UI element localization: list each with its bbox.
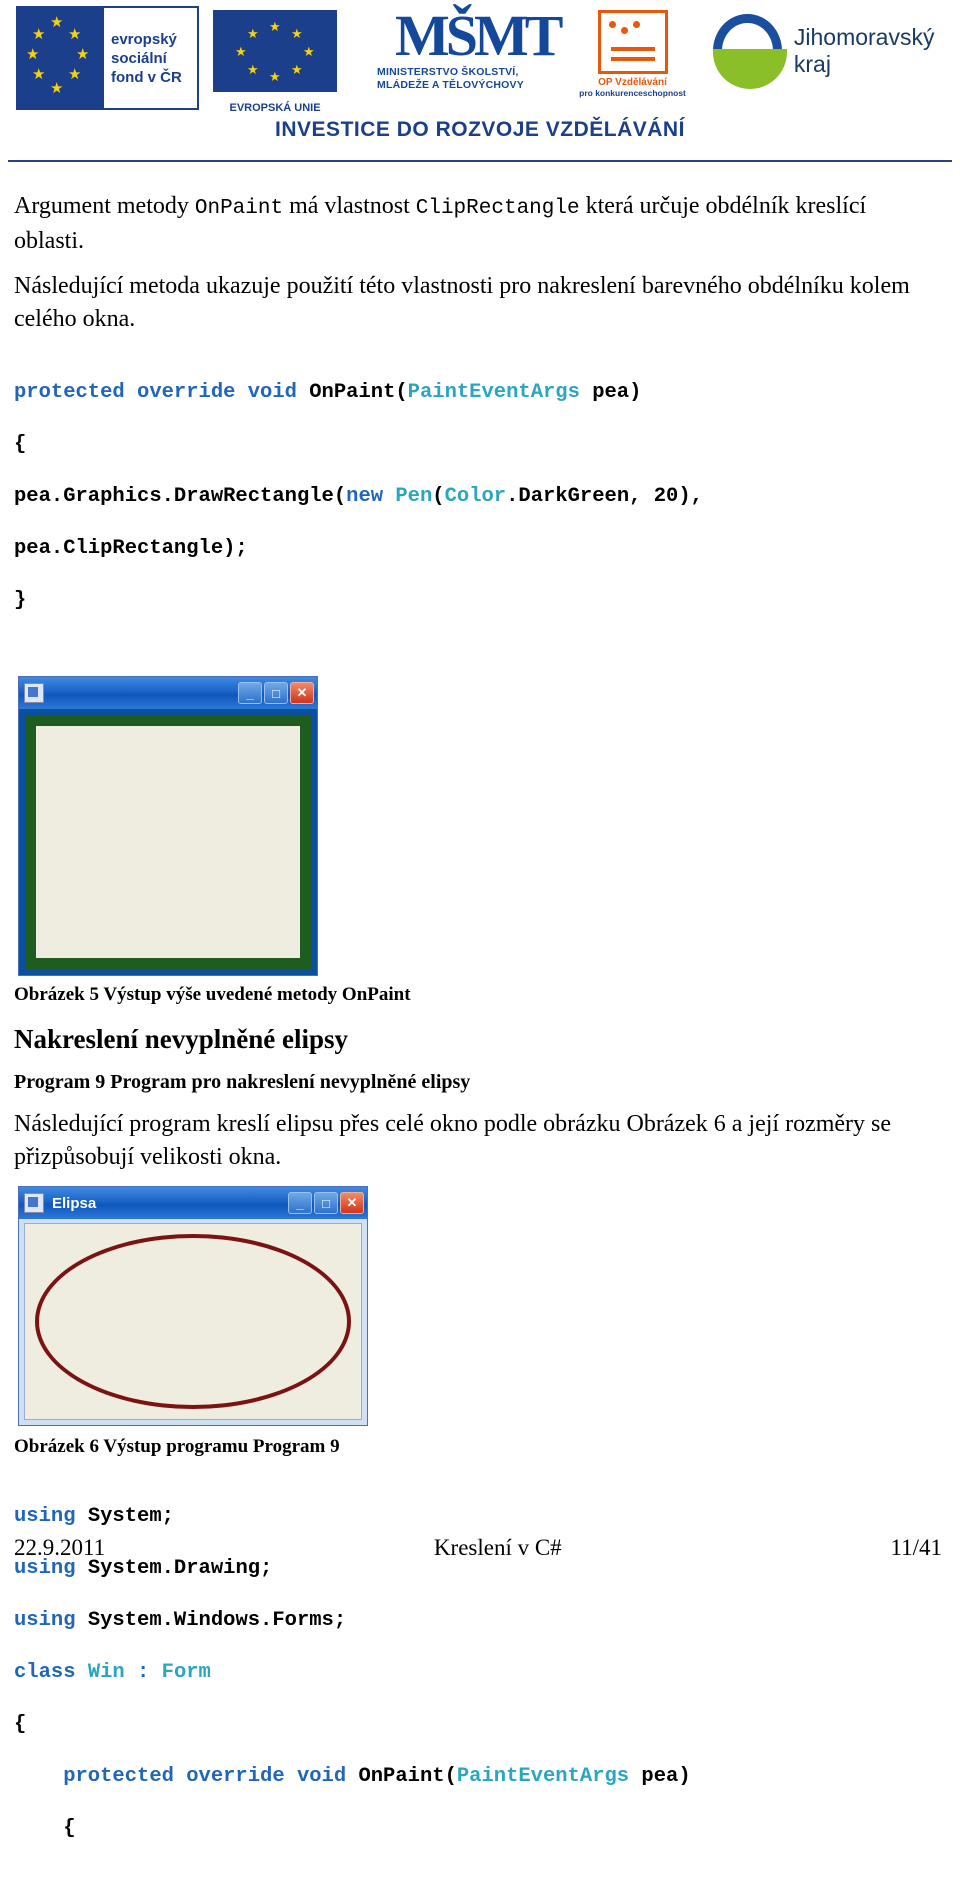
ellipse-shape [35, 1234, 351, 1409]
section-heading: Nakreslení nevyplněné elipsy [14, 1024, 349, 1054]
esf-line-1: evropský [111, 30, 177, 48]
paragraph-2: Následující metoda ukazuje použití této … [14, 273, 910, 332]
window2-buttons: _ □ ✕ [288, 1192, 364, 1214]
code2-l6-tail: pea) [629, 1765, 691, 1788]
close-button[interactable]: ✕ [340, 1192, 364, 1214]
esf-line-2: sociální [111, 49, 167, 67]
code2-line-4: class Win : Form [14, 1660, 942, 1686]
code1-l3-a: pea.Graphics.DrawRectangle( [14, 485, 347, 508]
code1-line-4: pea.ClipRectangle); [14, 537, 248, 560]
invest-line: INVESTICE DO ROZVOJE VZDĚLÁVÁNÍ [0, 118, 960, 142]
code2-l4-colon: : [124, 1661, 162, 1684]
para1-part-a: Argument metody [14, 193, 195, 219]
eu-logo: ★ ★ ★ ★ ★ ★ ★ ★ EVROPSKÁ UNIE [199, 6, 338, 114]
window2-title: Elipsa [52, 1194, 97, 1212]
figure-6-caption: Obrázek 6 Výstup programu Program 9 [14, 1436, 340, 1457]
window1-client-area [25, 715, 311, 969]
code2-line-6: protected override void OnPaint(PaintEve… [14, 1764, 942, 1790]
esf-stars: ★ ★ ★ ★ ★ ★ ★ ★ [18, 8, 104, 108]
code1-l3-d: .DarkGreen, 20), [506, 485, 703, 508]
esf-logo-text: evropský sociální fond v ČR [104, 30, 197, 87]
close-button[interactable]: ✕ [290, 682, 314, 704]
code1-l3-space [383, 485, 395, 508]
opvk-line-2: pro konkurenceschopnost [579, 88, 686, 98]
code1-l1-keywords: protected override void [14, 381, 297, 404]
code1-line-3: pea.Graphics.DrawRectangle(new Pen(Color… [14, 484, 942, 510]
code2-line-5: { [14, 1713, 27, 1736]
code2-line-7: { [14, 1817, 76, 1840]
maximize-button[interactable]: □ [264, 682, 288, 704]
window2-titlebar: Elipsa _ □ ✕ [19, 1187, 367, 1219]
document-page: ★ ★ ★ ★ ★ ★ ★ ★ evropský sociální fond v… [0, 0, 960, 1840]
code1-line-2: { [14, 433, 27, 456]
esf-line-3: fond v ČR [111, 68, 182, 86]
code1-l3-paren: ( [432, 485, 445, 508]
code-block-1: protected override void OnPaint(PaintEve… [14, 354, 942, 666]
eu-flag: ★ ★ ★ ★ ★ ★ ★ ★ EVROPSKÁ UNIE [213, 10, 338, 114]
code1-l1-class: PaintEventArgs [407, 381, 580, 404]
minimize-button[interactable]: _ [288, 1192, 312, 1214]
document-content: Argument metody OnPaint má vlastnost Cli… [0, 190, 960, 1894]
msmt-logo: MŠMT MINISTERSTVO ŠKOLSTVÍ, MLÁDEŽE A TĚ… [377, 3, 563, 92]
maximize-button[interactable]: □ [314, 1192, 338, 1214]
paragraph-1: Argument metody OnPaint má vlastnost Cli… [14, 190, 942, 258]
window2-client-area [24, 1223, 362, 1420]
code1-l3-pen: Pen [395, 485, 433, 508]
jmk-mark [713, 14, 787, 89]
para1-part-b: má vlastnost [283, 193, 416, 219]
window-icon [24, 683, 44, 703]
para1-mono-cliprectangle: ClipRectangle [415, 197, 580, 220]
code2-l6-keywords: protected override void [14, 1765, 347, 1788]
opvk-mark [597, 10, 668, 74]
figure-5-caption: Obrázek 5 Výstup výše uvedené metody OnP… [14, 984, 411, 1005]
code1-l1-rest: OnPaint( [296, 381, 408, 404]
esf-logo: ★ ★ ★ ★ ★ ★ ★ ★ evropský sociální fond v… [16, 6, 200, 110]
figure-5-window: _ □ ✕ [18, 676, 318, 976]
footer-title: Kreslení v C# [433, 1535, 562, 1560]
code2-l3-rest: System.Windows.Forms; [75, 1609, 347, 1632]
code2-l6-class: PaintEventArgs [456, 1765, 630, 1788]
page-footer: 22.9.2011 Kreslení v C# 11/41 [14, 1535, 942, 1561]
footer-date: 22.9.2011 [14, 1535, 106, 1560]
code1-l1-tail: pea) [579, 381, 642, 404]
jmk-label: Jihomoravský kraj [793, 24, 935, 77]
logo-row: ★ ★ ★ ★ ★ ★ ★ ★ evropský sociální fond v… [8, 3, 960, 114]
code2-l4-class: class [14, 1661, 76, 1684]
msmt-subtitle: MINISTERSTVO ŠKOLSTVÍ, MLÁDEŽE A TĚLOVÝC… [377, 66, 560, 92]
eu-caption: EVROPSKÁ UNIE [229, 102, 321, 114]
footer-page-number: 11/41 [890, 1535, 942, 1560]
opvk-line-1: OP Vzdělávání [598, 77, 667, 88]
figure-6-window: Elipsa _ □ ✕ [18, 1186, 368, 1426]
para1-mono-onpaint: OnPaint [194, 197, 284, 220]
opvk-logo: OP Vzdělávání pro konkurenceschopnost [578, 10, 688, 98]
code1-l3-new: new [346, 485, 384, 508]
window1-titlebar: _ □ ✕ [19, 677, 317, 709]
window-icon [24, 1193, 44, 1213]
invest-text: INVESTICE DO ROZVOJE VZDĚLÁVÁNÍ [275, 118, 685, 141]
program-title: Program 9 Program pro nakreslení nevypln… [14, 1071, 471, 1093]
code1-line-5: } [14, 589, 27, 612]
code2-line-1: using System; [14, 1504, 942, 1530]
header-divider [8, 160, 952, 162]
code2-l4-form: Form [161, 1661, 211, 1684]
code2-l4-win: Win [75, 1661, 125, 1684]
msmt-sub-line-2: MLÁDEŽE A TĚLOVÝCHOVY [377, 79, 524, 91]
header-logo-band: ★ ★ ★ ★ ★ ★ ★ ★ evropský sociální fond v… [0, 0, 960, 162]
code2-l1-using: using [14, 1505, 76, 1528]
minimize-button[interactable]: _ [238, 682, 262, 704]
code1-line-1: protected override void OnPaint(PaintEve… [14, 380, 942, 406]
window1-buttons: _ □ ✕ [238, 682, 314, 704]
msmt-mark: MŠMT [395, 3, 563, 68]
code1-l3-color: Color [444, 485, 507, 508]
code2-l3-using: using [14, 1609, 76, 1632]
code2-line-3: using System.Windows.Forms; [14, 1608, 942, 1634]
code2-l6-rest: OnPaint( [346, 1765, 457, 1788]
code2-l1-rest: System; [75, 1505, 174, 1528]
jmk-logo: Jihomoravský kraj [713, 14, 960, 89]
paragraph-3: Následující program kreslí elipsu přes c… [14, 1111, 892, 1170]
